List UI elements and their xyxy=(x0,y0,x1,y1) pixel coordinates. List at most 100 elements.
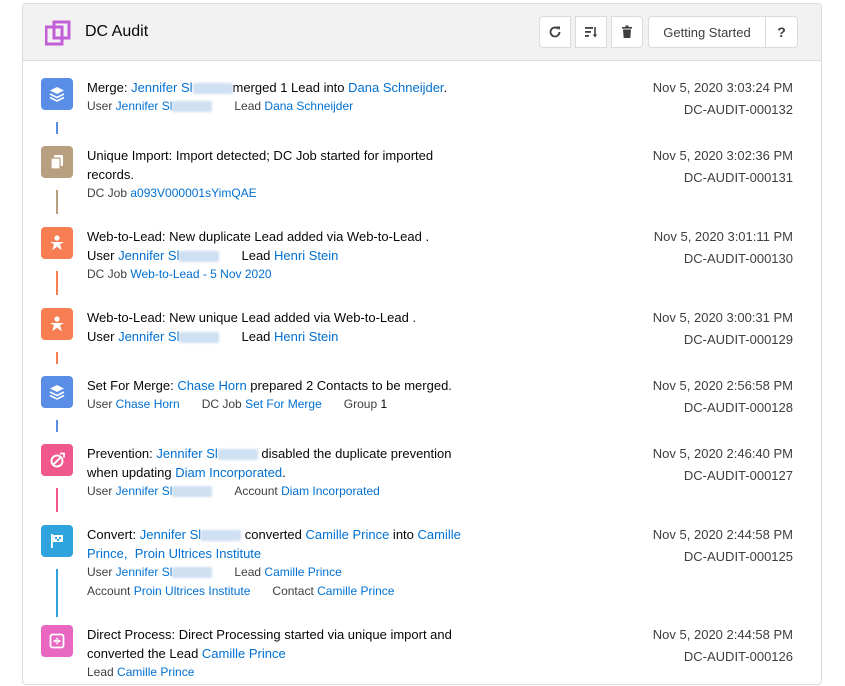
audit-code-link[interactable]: DC-AUDIT-000125 xyxy=(684,547,793,566)
user-link[interactable]: Jennifer Sl xyxy=(140,527,201,542)
entry-prefix: Set For Merge: xyxy=(87,378,178,393)
audit-code-link[interactable]: DC-AUDIT-000130 xyxy=(684,249,793,268)
redacted-name xyxy=(201,530,242,542)
user-link[interactable]: Jennifer Sl xyxy=(118,329,179,344)
user-label: User xyxy=(87,248,119,263)
help-button[interactable]: ? xyxy=(765,16,798,48)
user-label: User xyxy=(87,397,116,411)
user-link[interactable]: Chase Horn xyxy=(177,378,246,393)
timeline-connector xyxy=(56,352,58,364)
entry-date: Nov 5, 2020 3:01:11 PM xyxy=(653,229,793,244)
contact-label: Contact xyxy=(272,584,318,598)
audit-code-link[interactable]: DC-AUDIT-000129 xyxy=(684,330,793,349)
lead-link[interactable]: Camille Prince xyxy=(202,646,286,661)
job-label: DC Job xyxy=(201,397,246,411)
audit-entry: Prevention: Jennifer Sl disabled the dup… xyxy=(23,442,821,520)
group-value: 1 xyxy=(380,397,388,411)
audit-code-link[interactable]: DC-AUDIT-000128 xyxy=(684,398,793,417)
entry-line: Prince, Proin Ultrices Institute xyxy=(87,544,487,563)
contact-link[interactable]: Camille xyxy=(418,527,461,542)
flag-icon xyxy=(41,525,73,557)
lead-label: Lead xyxy=(241,329,275,344)
entry-date: Nov 5, 2020 2:44:58 PM xyxy=(652,627,793,642)
delete-button[interactable] xyxy=(611,16,643,48)
entry-line: User Jennifer Sl Lead Henri Stein xyxy=(87,327,487,346)
entry-prefix: Merge: xyxy=(87,80,132,95)
contact-link[interactable]: Camille Prince xyxy=(317,584,394,598)
user-link[interactable]: Jennifer Sl xyxy=(156,446,217,461)
redacted-name xyxy=(192,83,233,95)
entry-meta: Lead Camille Prince xyxy=(87,663,487,682)
lead-label: Lead xyxy=(234,99,265,113)
lead-link[interactable]: Dana Schneijder xyxy=(348,80,443,95)
user-link[interactable]: Chase Horn xyxy=(116,397,180,411)
user-link[interactable]: Jennifer Sl xyxy=(116,484,173,498)
audit-entry: Direct Process: Direct Processing starte… xyxy=(23,623,821,684)
entry-text: Unique Import: Import detected; DC Job s… xyxy=(87,146,487,203)
entry-line: Web-to-Lead: New duplicate Lead added vi… xyxy=(87,229,430,244)
person-star-icon xyxy=(41,227,73,259)
entry-line: Unique Import: Import detected; DC Job s… xyxy=(87,148,434,163)
user-label: User xyxy=(87,484,116,498)
entry-mid: into xyxy=(389,527,418,542)
job-label: DC Job xyxy=(87,267,131,281)
account-link[interactable]: Diam Incorporated xyxy=(175,465,282,480)
timeline-connector xyxy=(56,122,58,134)
audit-entry: Web-to-Lead: New duplicate Lead added vi… xyxy=(23,225,821,301)
entry-line: records. xyxy=(87,167,134,182)
entry-prefix: Convert: xyxy=(87,527,140,542)
lead-link[interactable]: Camille Prince xyxy=(117,665,194,679)
entry-line: Direct Process: Direct Processing starte… xyxy=(87,627,452,642)
lead-link[interactable]: Henri Stein xyxy=(274,248,338,263)
entry-meta: Account Proin Ultrices Institute Contact … xyxy=(87,582,487,601)
refresh-button[interactable] xyxy=(539,16,571,48)
audit-code-link[interactable]: DC-AUDIT-000126 xyxy=(684,647,793,666)
entry-meta: DC Job a093V000001sYimQAE xyxy=(87,184,487,203)
layers-icon xyxy=(41,376,73,408)
entry-line: when updating Diam Incorporated. xyxy=(87,463,487,482)
job-link[interactable]: Web-to-Lead - 5 Nov 2020 xyxy=(130,267,271,281)
entry-date: Nov 5, 2020 3:03:24 PM xyxy=(652,80,793,95)
process-icon xyxy=(41,625,73,657)
user-link[interactable]: Jennifer Sl xyxy=(116,565,173,579)
entry-prefix: when updating xyxy=(87,465,176,480)
entry-meta: User Jennifer Sl Account Diam Incorporate… xyxy=(87,482,487,501)
lead-link[interactable]: Henri Stein xyxy=(274,329,338,344)
entry-date: Nov 5, 2020 3:00:31 PM xyxy=(652,310,793,325)
audit-code-link[interactable]: DC-AUDIT-000132 xyxy=(684,100,793,119)
page-title: DC Audit xyxy=(85,23,149,40)
card-header: DC Audit Getting Started ? xyxy=(23,4,821,61)
account-link[interactable]: Proin Ultrices Institute xyxy=(135,546,261,561)
lead-link[interactable]: Dana Schneijder xyxy=(264,99,353,113)
entry-date: Nov 5, 2020 2:56:58 PM xyxy=(652,378,793,393)
copy-icon xyxy=(41,146,73,178)
account-link[interactable]: Diam Incorporated xyxy=(281,484,380,498)
sort-button[interactable] xyxy=(575,16,607,48)
timeline-connector xyxy=(56,190,58,214)
refresh-icon xyxy=(549,26,561,38)
lead-link[interactable]: Camille Prince xyxy=(264,565,341,579)
audit-entry: Set For Merge: Chase Horn prepared 2 Con… xyxy=(23,374,821,436)
audit-code-link[interactable]: DC-AUDIT-000127 xyxy=(684,466,793,485)
redacted-name xyxy=(172,486,213,498)
entry-text: Prevention: Jennifer Sl disabled the dup… xyxy=(87,444,487,501)
user-label: User xyxy=(87,329,119,344)
job-link[interactable]: a093V000001sYimQAE xyxy=(130,186,256,200)
lead-link[interactable]: Camille Prince xyxy=(306,527,390,542)
audit-entry: Merge: Jennifer Sl merged 1 Lead into Dan… xyxy=(23,76,821,142)
user-link[interactable]: Jennifer Sl xyxy=(118,248,179,263)
user-link[interactable]: Jennifer Sl xyxy=(131,80,192,95)
getting-started-button[interactable]: Getting Started xyxy=(648,16,766,48)
entry-text: Web-to-Lead: New unique Lead added via W… xyxy=(87,308,487,346)
contact-link[interactable]: Prince, xyxy=(87,546,127,561)
account-link[interactable]: Proin Ultrices Institute xyxy=(134,584,251,598)
redacted-name xyxy=(172,101,213,113)
account-label: Account xyxy=(87,584,134,598)
timeline-connector xyxy=(56,271,58,295)
layers-icon xyxy=(41,78,73,110)
audit-code-link[interactable]: DC-AUDIT-000131 xyxy=(684,168,793,187)
lead-label: Lead xyxy=(87,665,118,679)
job-link[interactable]: Set For Merge xyxy=(245,397,322,411)
user-link[interactable]: Jennifer Sl xyxy=(116,99,173,113)
entry-prefix: converted the Lead xyxy=(87,646,202,661)
